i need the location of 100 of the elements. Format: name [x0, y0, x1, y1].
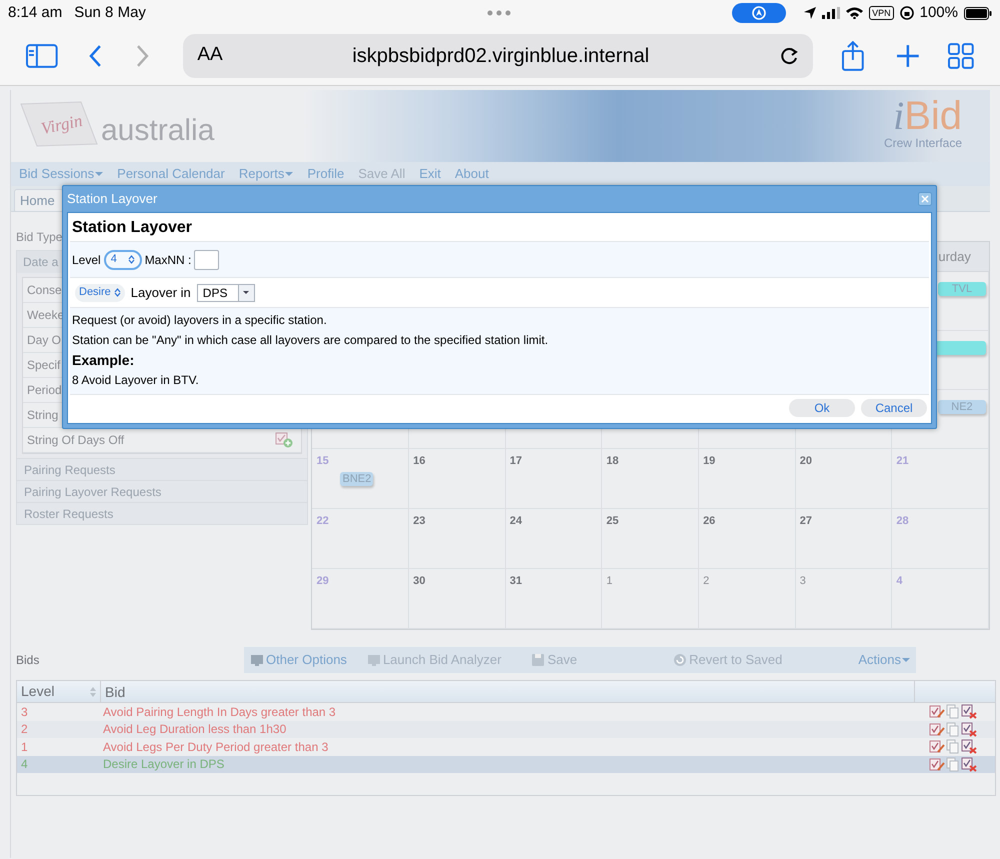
column-header[interactable]: Bid — [101, 681, 915, 702]
accordion-header[interactable]: Date a — [23, 253, 58, 271]
list-item[interactable]: Period — [27, 381, 62, 399]
day-number: 29 — [316, 574, 329, 589]
table-row[interactable]: 4 Desire Layover in DPS — [17, 756, 995, 773]
station-combo[interactable]: DPS — [196, 284, 255, 302]
delete-icon[interactable] — [961, 756, 977, 772]
description-text: Station can be "Any" in which case all layovers are compared to the specified station limit. — [72, 332, 550, 349]
logo-script: Virgin — [38, 110, 85, 140]
day-number: 26 — [703, 514, 716, 529]
level-select[interactable]: 4 — [104, 250, 142, 270]
menu-item[interactable]: Reports — [238, 164, 294, 184]
new-tab-icon[interactable] — [896, 44, 920, 68]
delete-icon[interactable] — [961, 704, 977, 720]
day-number: 15 — [316, 454, 329, 469]
accordion-header[interactable]: Pairing Layover Requests — [16, 481, 308, 503]
day-number: 28 — [896, 514, 909, 529]
table-cell-text: Avoid Leg Duration less than 1h30 — [102, 721, 288, 738]
revert-icon — [673, 653, 688, 667]
delete-icon[interactable] — [961, 722, 977, 737]
address-bar[interactable]: AA iskpbsbidprd02.virginblue.internal — [183, 34, 813, 78]
menu-item[interactable]: Exit — [419, 164, 441, 184]
dropdown-icon — [238, 284, 254, 300]
list-item[interactable]: String — [27, 406, 58, 424]
edit-icon[interactable] — [929, 739, 945, 754]
dialog-button[interactable]: Ok — [789, 399, 855, 417]
list-item[interactable]: Conse — [27, 281, 62, 299]
description-text: 8 Avoid Layover in BTV. — [72, 372, 200, 389]
share-icon[interactable] — [840, 40, 865, 70]
menu-item[interactable]: Personal Calendar — [117, 164, 225, 184]
table-cell-text: Avoid Pairing Length In Days greater than 3 — [102, 704, 337, 721]
dialog-heading: Station Layover — [71, 218, 194, 238]
dialog-button[interactable]: Cancel — [861, 399, 927, 417]
day-number: 25 — [606, 514, 619, 529]
menu-item[interactable]: Bid Sessions — [19, 164, 104, 184]
battery-icon — [964, 6, 992, 20]
monitor-icon — [250, 653, 264, 667]
list-item[interactable]: Day O — [27, 331, 62, 349]
edit-icon[interactable] — [929, 756, 945, 772]
url-text: iskpbsbidprd02.virginblue.internal — [351, 44, 650, 68]
day-number: 22 — [316, 514, 329, 529]
event-chip[interactable]: TVL — [938, 282, 986, 296]
day-number: 20 — [800, 454, 812, 469]
signal-icon — [822, 7, 840, 19]
maxnn-input[interactable] — [194, 250, 220, 270]
app-prefix: i — [893, 96, 904, 136]
logo-wordmark: australia — [101, 114, 214, 148]
close-icon[interactable] — [918, 192, 932, 206]
list-item[interactable]: String Of Days Off — [27, 431, 124, 449]
text-size-button[interactable]: AA — [197, 41, 223, 70]
app-subtitle: Crew Interface — [884, 135, 962, 152]
sort-icon — [90, 686, 96, 696]
delete-icon[interactable] — [961, 739, 977, 754]
table-cell-text: 2 — [20, 721, 29, 738]
table-row[interactable]: 2 Avoid Leg Duration less than 1h30 — [17, 720, 995, 738]
menu-item[interactable]: About — [454, 164, 489, 184]
accordion-header[interactable]: Pairing Requests — [16, 459, 308, 481]
tabs-grid-icon[interactable] — [948, 42, 974, 68]
day-number: 17 — [510, 454, 522, 469]
field-label: MaxNN : — [144, 252, 192, 268]
edit-icon[interactable] — [929, 704, 945, 720]
monitor-icon — [366, 653, 381, 667]
back-icon[interactable] — [88, 44, 102, 68]
dialog-title: Station Layover — [67, 190, 158, 208]
day-number: 16 — [413, 454, 426, 469]
toolbar-link[interactable]: Other Options — [266, 650, 347, 670]
day-number: 1 — [606, 574, 613, 589]
day-number: 27 — [800, 514, 812, 529]
list-item[interactable]: Specif — [27, 356, 60, 374]
app-name: Bid — [904, 96, 962, 136]
stepper-icon — [114, 288, 121, 297]
section-label: Bids — [16, 652, 40, 669]
column-header[interactable]: Level — [17, 681, 101, 702]
reload-icon[interactable] — [778, 46, 799, 66]
example-heading: Example: — [72, 351, 136, 369]
day-number: 21 — [896, 454, 909, 469]
day-number: 23 — [413, 514, 426, 529]
more-dots-icon — [487, 10, 511, 16]
save-icon — [531, 653, 546, 667]
preference-select[interactable]: Desire — [75, 284, 125, 302]
day-number: 18 — [606, 454, 619, 469]
vpn-badge: VPN — [869, 6, 894, 20]
menu-item[interactable]: Profile — [307, 164, 344, 184]
accordion-header[interactable]: Roster Requests — [16, 503, 308, 525]
calendar-day-header: urday — [938, 248, 971, 266]
table-cell-text: Desire Layover in DPS — [102, 756, 226, 774]
logo-mark-icon — [19, 100, 99, 148]
day-number: 2 — [703, 574, 710, 589]
list-item[interactable]: Weeke — [27, 306, 64, 324]
day-number: 30 — [413, 574, 426, 589]
status-date: Sun 8 May — [74, 2, 146, 23]
table-cell-text: 4 — [20, 756, 29, 774]
status-time: 8:14 am — [8, 2, 62, 23]
wifi-icon — [846, 7, 864, 19]
edit-icon[interactable] — [929, 722, 945, 737]
day-number: 31 — [510, 574, 522, 589]
sidebar-icon[interactable] — [26, 44, 58, 68]
actions-menu[interactable]: Actions — [858, 650, 910, 670]
stepper-icon — [128, 255, 135, 264]
section-label: Bid Type — [16, 229, 62, 244]
